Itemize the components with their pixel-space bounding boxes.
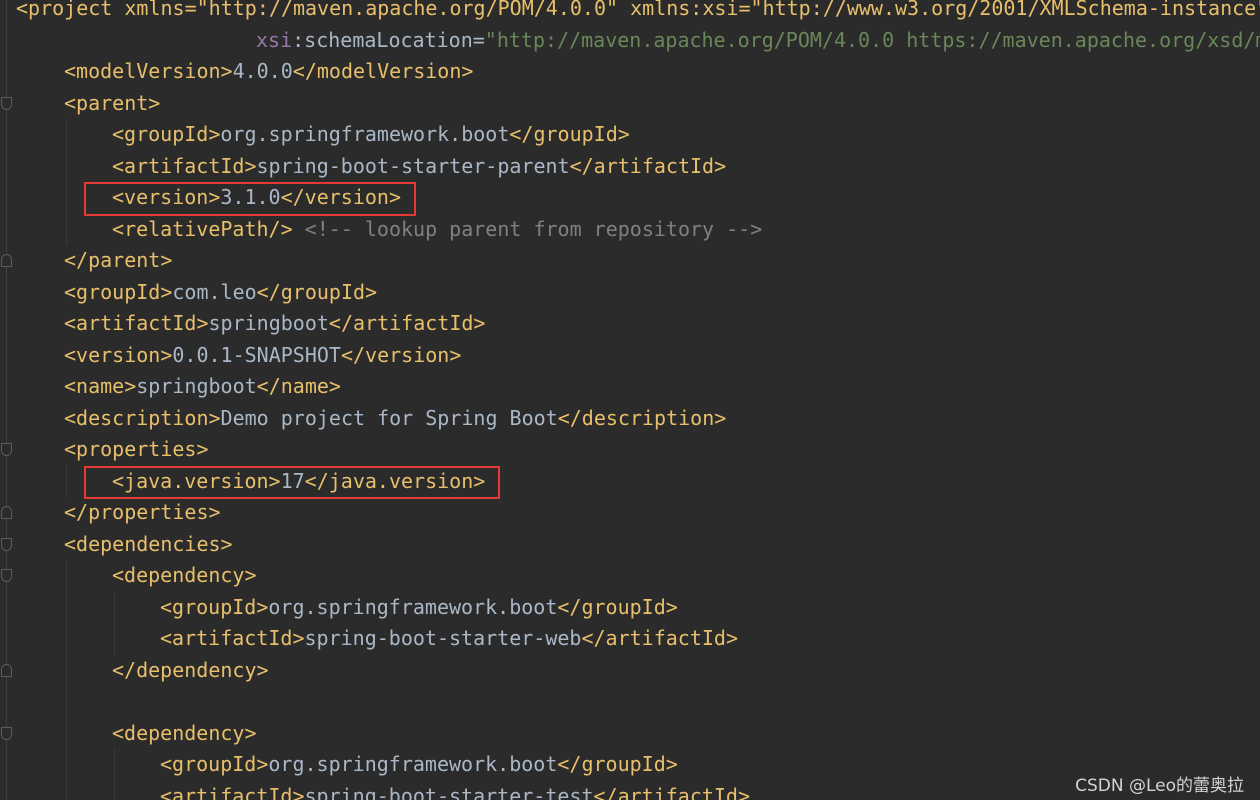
code-line[interactable]: <artifactId>spring-boot-starter-test</ar… xyxy=(160,781,750,800)
code-line[interactable]: <groupId>com.leo</groupId> xyxy=(64,277,377,309)
code-token-tag: </name> xyxy=(256,374,341,398)
code-token-tag: <parent> xyxy=(64,90,161,115)
code-token-tag: <modelVersion> xyxy=(64,59,233,83)
code-token-tag: <dependency> xyxy=(112,563,257,587)
code-token-tag: <dependency> xyxy=(112,720,257,745)
code-token-tag: </artifactId> xyxy=(328,311,486,335)
code-line[interactable]: </properties> xyxy=(64,497,221,529)
code-token-txt: springboot xyxy=(208,311,329,335)
code-token-tag: </dependency> xyxy=(112,657,269,682)
code-token-txt: springboot xyxy=(136,374,257,398)
code-line[interactable]: <name>springboot</name> xyxy=(64,371,341,403)
code-line[interactable]: xsi:schemaLocation="http://maven.apache.… xyxy=(256,25,1260,57)
code-token-tag: </groupId> xyxy=(557,752,678,776)
code-token-val: "http://maven.apache.org/POM/4.0.0 https… xyxy=(484,27,1260,52)
code-token-tag: <relativePath/> xyxy=(112,216,293,241)
code-token-tag: </parent> xyxy=(64,248,173,272)
code-token-tag: <groupId> xyxy=(160,752,269,776)
code-line[interactable]: <artifactId>spring-boot-starter-web</art… xyxy=(160,623,738,655)
code-line[interactable]: <dependencies> xyxy=(64,529,233,561)
code-token-tag: </groupId> xyxy=(256,279,378,304)
code-line[interactable]: </dependency> xyxy=(112,655,269,687)
code-line[interactable]: </parent> xyxy=(64,245,172,277)
code-token-txt: Demo project for Spring Boot xyxy=(220,405,558,430)
code-token-tag: </groupId> xyxy=(557,594,678,619)
indent-guide xyxy=(114,749,115,800)
code-token-tag: <artifactId> xyxy=(112,153,257,178)
indent-guide xyxy=(114,591,115,655)
code-editor[interactable]: <project xmlns="http://maven.apache.org/… xyxy=(0,0,1260,800)
code-token-tag: </properties> xyxy=(64,500,221,524)
code-token-cmt: <!-- lookup parent from repository --> xyxy=(304,216,763,241)
code-token-txt: 4.0.0 xyxy=(232,59,293,83)
watermark: CSDN @Leo的蕾奥拉 xyxy=(1075,776,1244,796)
code-token-txt: org.springframework.boot xyxy=(268,594,558,619)
code-token-tag: <groupId> xyxy=(112,122,221,146)
indent-guide xyxy=(66,560,67,800)
code-area[interactable]: <project xmlns="http://maven.apache.org/… xyxy=(0,0,1260,800)
code-token-tag: <version> xyxy=(64,342,173,367)
code-line[interactable]: <groupId>org.springframework.boot</group… xyxy=(160,592,678,624)
code-token-txt: 0.0.1-SNAPSHOT xyxy=(172,342,341,367)
code-line[interactable]: <modelVersion>4.0.0</modelVersion> xyxy=(64,56,473,88)
indent-guide xyxy=(66,119,67,245)
code-token-tag: <artifactId> xyxy=(160,783,305,800)
code-line[interactable]: <project xmlns="http://maven.apache.org/… xyxy=(16,0,1260,25)
code-line[interactable]: <relativePath/> <!-- lookup parent from … xyxy=(112,214,762,246)
indent-guide xyxy=(66,465,67,497)
code-token-txt: spring-boot-starter-test xyxy=(304,783,594,800)
code-token-txt: org.springframework.boot xyxy=(220,122,510,146)
highlight-box xyxy=(84,182,416,216)
code-token-tag: </artifactId> xyxy=(569,153,727,178)
code-line[interactable]: <artifactId>spring-boot-starter-parent</… xyxy=(112,151,726,183)
code-token-tag: </description> xyxy=(557,405,727,430)
code-token-txt: spring-boot-starter-web xyxy=(304,626,582,650)
code-token-tag: <properties> xyxy=(64,437,209,461)
code-token-tag: <groupId> xyxy=(160,594,269,619)
code-line[interactable]: <artifactId>springboot</artifactId> xyxy=(64,308,485,340)
code-token-tag: <name> xyxy=(64,374,137,398)
code-line[interactable]: <dependency> xyxy=(112,560,257,592)
code-token-tag: </artifactId> xyxy=(593,783,751,800)
code-token-tag: <description> xyxy=(64,405,221,430)
code-token-tag: </artifactId> xyxy=(581,626,738,650)
code-token-tag: <artifactId> xyxy=(160,626,305,650)
highlight-box xyxy=(84,465,500,499)
code-token-txt: :schemaLocation= xyxy=(292,27,485,52)
code-token-txt: com.leo xyxy=(172,279,257,304)
code-line[interactable]: <description>Demo project for Spring Boo… xyxy=(64,403,726,435)
code-token-txt: spring-boot-starter-parent xyxy=(256,153,570,178)
code-line[interactable]: <groupId>org.springframework.boot</group… xyxy=(112,119,630,151)
code-token-tag: <artifactId> xyxy=(64,311,209,335)
code-line[interactable]: <properties> xyxy=(64,434,209,466)
code-line[interactable]: <groupId>org.springframework.boot</group… xyxy=(160,749,678,781)
code-line[interactable]: <dependency> xyxy=(112,718,257,750)
code-token-tag: </modelVersion> xyxy=(292,59,474,83)
code-token-txt: org.springframework.boot xyxy=(268,752,558,776)
code-token-tag: <dependencies> xyxy=(64,531,233,556)
code-token-tag: <groupId> xyxy=(64,279,173,304)
code-line[interactable]: <version>0.0.1-SNAPSHOT</version> xyxy=(64,340,461,372)
code-token-attr: xsi xyxy=(256,27,293,52)
code-token-tag: </groupId> xyxy=(509,122,630,146)
code-line[interactable]: <parent> xyxy=(64,88,160,120)
code-token-tag: <project xmlns="http://maven.apache.org/… xyxy=(16,0,1260,20)
code-token-tag: </version> xyxy=(340,342,462,367)
